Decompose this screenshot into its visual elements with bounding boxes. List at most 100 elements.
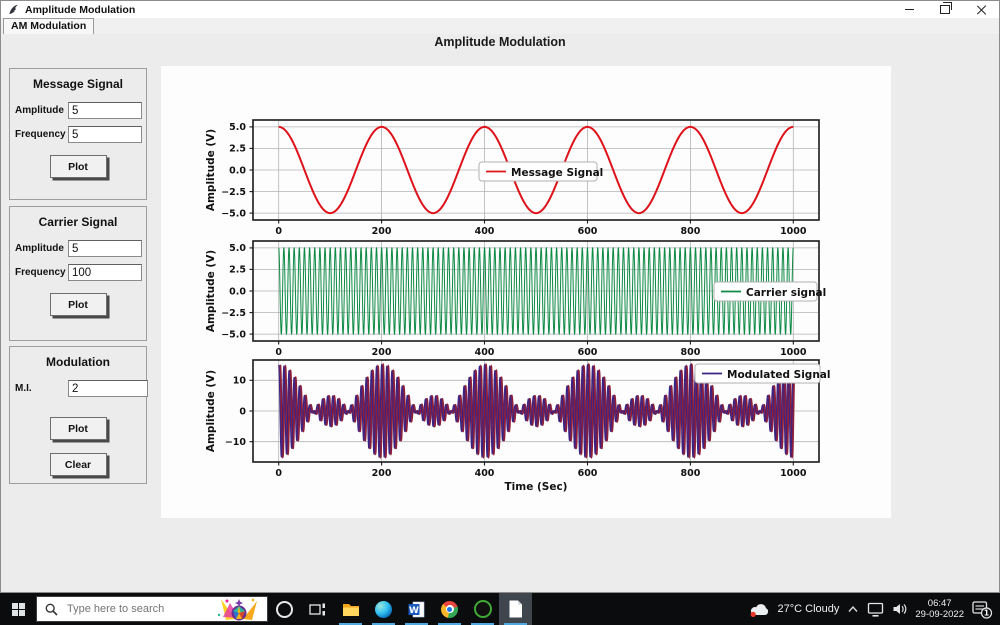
minimize-button[interactable]	[891, 1, 927, 18]
active-app-button[interactable]	[499, 593, 532, 625]
search-input[interactable]	[65, 602, 213, 616]
file-explorer-icon	[342, 603, 359, 616]
green-ring-app-button[interactable]	[466, 593, 499, 625]
file-explorer-button[interactable]	[334, 593, 367, 625]
client-area: Amplitude Modulation Message Signal Ampl…	[1, 34, 999, 592]
svg-text:Time (Sec): Time (Sec)	[505, 481, 568, 493]
svg-text:Carrier signal: Carrier signal	[746, 287, 826, 299]
frequency-label: Frequency	[15, 267, 66, 278]
clock[interactable]: 06:47 29-09-2022	[915, 598, 964, 620]
clear-button[interactable]: Clear	[49, 453, 107, 476]
message-plot-button[interactable]: Plot	[49, 155, 107, 178]
modulation-index-field[interactable]	[68, 380, 148, 397]
svg-text:−5.0: −5.0	[221, 208, 246, 219]
svg-text:Modulated Signal: Modulated Signal	[727, 369, 831, 381]
svg-text:800: 800	[680, 468, 700, 479]
group-title: Carrier Signal	[38, 215, 118, 229]
chrome-button[interactable]	[433, 593, 466, 625]
amplitude-label: Amplitude	[15, 243, 64, 254]
green-ring-icon	[473, 600, 492, 618]
start-button[interactable]	[0, 593, 36, 625]
svg-text:200: 200	[372, 468, 392, 479]
amplitude-label: Amplitude	[15, 105, 64, 116]
app-window: Amplitude Modulation AM Modulation Ampli…	[0, 0, 1000, 593]
action-center-icon[interactable]: 1	[972, 600, 993, 619]
edge-button[interactable]	[367, 593, 400, 625]
svg-text:W: W	[409, 606, 419, 616]
svg-text:Message Signal: Message Signal	[511, 167, 603, 179]
word-button[interactable]: W	[400, 593, 433, 625]
carrier-amplitude-field[interactable]	[68, 240, 142, 257]
svg-text:Amplitude (V): Amplitude (V)	[205, 129, 217, 211]
weather-text[interactable]: 27°C Cloudy	[778, 603, 840, 615]
weather-condition: Cloudy	[805, 603, 840, 615]
close-button[interactable]	[963, 1, 999, 18]
svg-text:−2.5: −2.5	[221, 187, 246, 198]
chrome-icon	[441, 600, 458, 618]
windows-logo-icon	[11, 602, 25, 616]
page-title: Amplitude Modulation	[434, 35, 566, 49]
group-title: Message Signal	[32, 77, 124, 91]
group-title: Modulation	[46, 355, 110, 369]
svg-text:0.0: 0.0	[229, 165, 246, 176]
taskbar: W 27°C Cloudy 06:47 2	[0, 593, 1000, 625]
clock-time: 06:47	[927, 598, 952, 609]
app-feather-icon	[9, 4, 18, 15]
svg-text:0.0: 0.0	[229, 286, 246, 297]
svg-text:10: 10	[233, 376, 247, 387]
carrier-frequency-field[interactable]	[68, 264, 142, 281]
svg-text:1000: 1000	[780, 468, 807, 479]
svg-text:Amplitude (V): Amplitude (V)	[205, 250, 217, 332]
plot-panel: 0 200 400 600 800 1000 5.0 2.5 0.0 −2.5 −5.0 Amplit…	[161, 66, 891, 518]
svg-text:−2.5: −2.5	[221, 308, 246, 319]
message-amplitude-field[interactable]	[68, 102, 142, 119]
carrier-signal-chart: 0 200 400 600 800 1000 5.0 2.5 0.0 −2.5 −5.0 Amplit…	[191, 226, 841, 361]
svg-text:5.0: 5.0	[229, 243, 246, 254]
carrier-signal-group: Carrier Signal Amplitude Frequency Plot	[9, 206, 147, 341]
svg-text:−5.0: −5.0	[221, 329, 246, 340]
frequency-label: Frequency	[15, 129, 66, 140]
message-signal-chart: 0 200 400 600 800 1000 5.0 2.5 0.0 −2.5 −5.0 Amplit…	[191, 106, 841, 241]
minimize-icon	[904, 8, 914, 11]
svg-text:0: 0	[239, 406, 246, 417]
tab-bar: AM Modulation	[1, 18, 999, 35]
message-signal-group: Message Signal Amplitude Frequency Plot	[9, 68, 147, 200]
svg-text:−10: −10	[225, 437, 247, 448]
search-icon	[45, 603, 58, 616]
modulation-plot-button[interactable]: Plot	[49, 417, 107, 440]
svg-text:0: 0	[275, 468, 282, 479]
weather-cloud-icon	[750, 603, 768, 617]
svg-text:400: 400	[475, 468, 495, 479]
mi-label: M.I.	[15, 383, 32, 394]
carrier-plot-button[interactable]: Plot	[49, 293, 107, 316]
restore-icon	[940, 2, 952, 14]
clock-date: 29-09-2022	[915, 609, 964, 620]
show-hidden-icons-chevron[interactable]	[847, 605, 859, 613]
svg-text:2.5: 2.5	[229, 265, 246, 276]
network-icon[interactable]	[867, 602, 884, 617]
system-tray: 27°C Cloudy 06:47 29-09-2022 1	[749, 598, 1000, 620]
maximize-button[interactable]	[927, 1, 963, 18]
weather-temperature: 27°C	[777, 603, 803, 615]
svg-text:Amplitude (V): Amplitude (V)	[205, 370, 217, 452]
notification-badge: 1	[984, 608, 989, 617]
word-icon: W	[408, 601, 425, 617]
modulation-group: Modulation M.I. Plot Clear	[9, 346, 148, 484]
modulated-signal-chart: 0 200 400 600 800 1000 10 0 −10 Amplitude (V) Time…	[191, 346, 841, 504]
document-icon	[509, 600, 522, 618]
title-bar: Amplitude Modulation	[1, 1, 999, 18]
cortana-icon	[276, 600, 293, 618]
close-icon	[977, 5, 986, 14]
task-view-button[interactable]	[301, 593, 334, 625]
edge-icon	[375, 600, 392, 618]
svg-text:600: 600	[578, 468, 598, 479]
message-frequency-field[interactable]	[68, 126, 142, 143]
svg-text:2.5: 2.5	[229, 144, 246, 155]
taskbar-search[interactable]	[36, 596, 268, 622]
volume-icon[interactable]	[892, 602, 907, 616]
cortana-button[interactable]	[268, 593, 301, 625]
tab-am-modulation[interactable]: AM Modulation	[3, 18, 95, 34]
window-title: Amplitude Modulation	[25, 3, 136, 16]
search-highlight-icon	[217, 598, 257, 620]
task-view-icon	[309, 603, 325, 615]
